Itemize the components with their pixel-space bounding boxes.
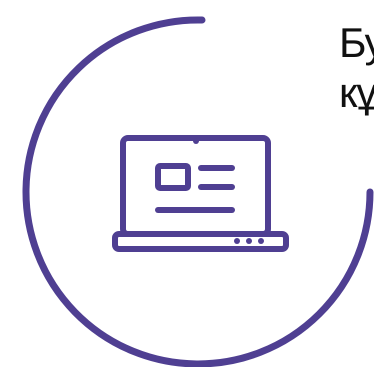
- headline-line-2: кұ: [339, 69, 374, 116]
- headline-line-1: Бу: [339, 19, 374, 66]
- circle-outline: [22, 16, 374, 367]
- circle-frame: [22, 16, 374, 367]
- laptop-icon: [112, 135, 289, 252]
- feature-card: Бу кұ: [0, 0, 374, 367]
- card-headline: Бу кұ: [339, 18, 374, 118]
